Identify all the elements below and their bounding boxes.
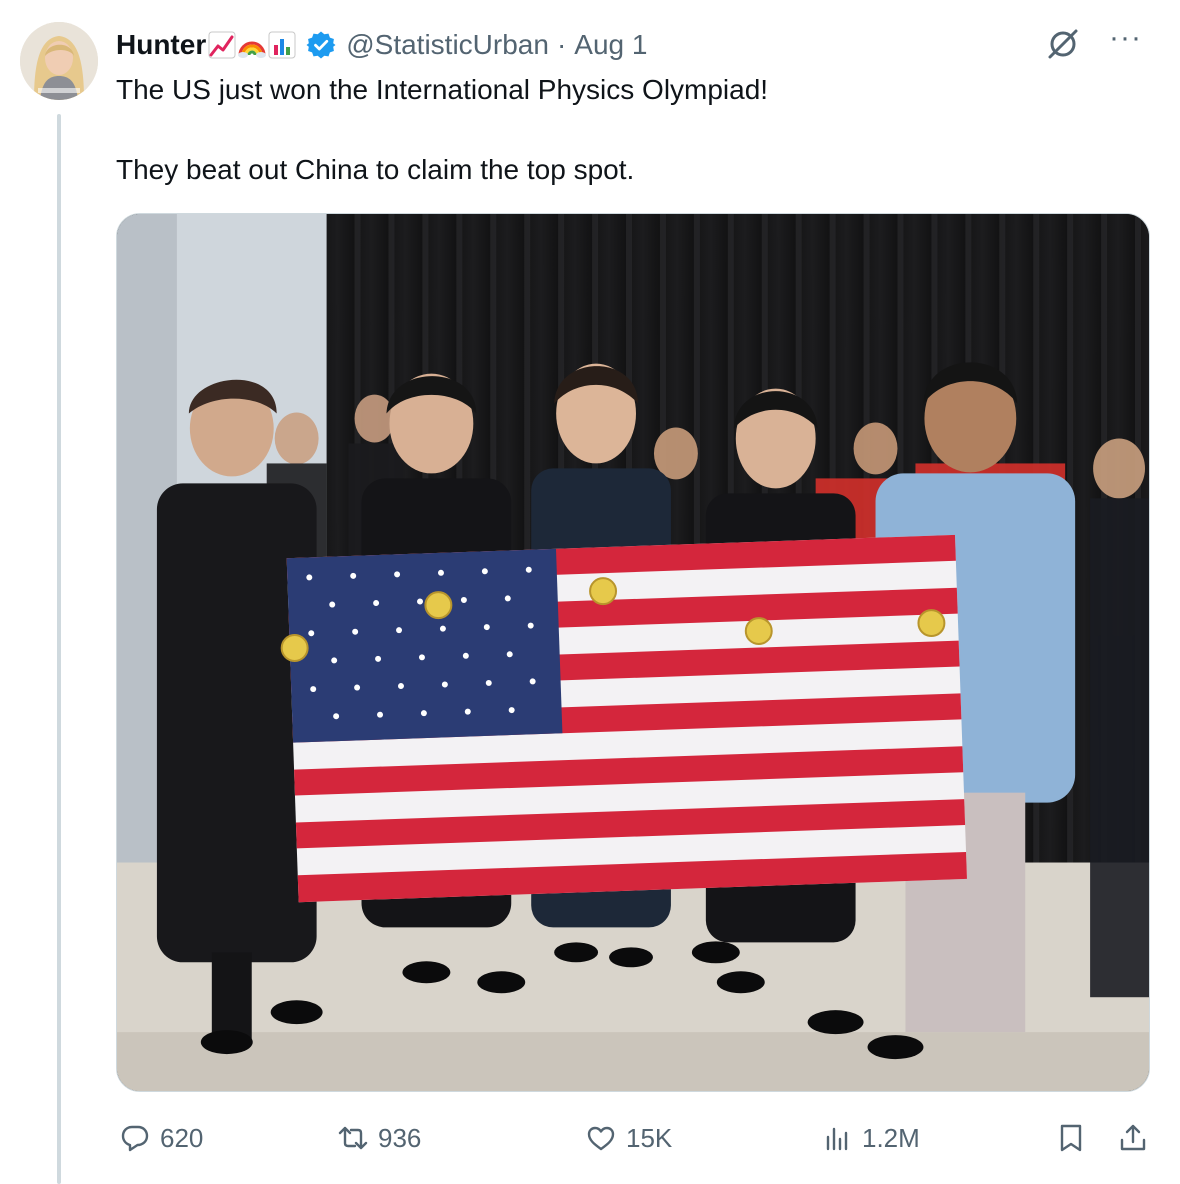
bookmark-icon <box>1056 1123 1086 1153</box>
author-avatar[interactable] <box>20 22 98 100</box>
share-icon <box>1118 1123 1148 1153</box>
photo-team-with-flag <box>117 214 1149 1091</box>
tweet-photo[interactable] <box>116 213 1150 1092</box>
verified-badge-icon[interactable] <box>306 30 336 60</box>
reply-button[interactable]: 620 <box>120 1116 203 1160</box>
author-display-name[interactable]: Hunter <box>116 29 206 61</box>
tweet-top-actions: ··· <box>1045 23 1142 62</box>
tweet-text: The US just won the International Physic… <box>116 70 1136 190</box>
share-button[interactable] <box>1118 1116 1148 1160</box>
tweet-text-line-2: They beat out China to claim the top spo… <box>116 154 635 185</box>
reply-count: 620 <box>160 1122 204 1153</box>
retweet-icon <box>338 1123 368 1153</box>
tweet-header: Hunter @StatisticUrban · Aug 1 <box>116 26 647 64</box>
separator-dot: · <box>556 29 567 60</box>
author-handle[interactable]: @StatisticUrban <box>346 29 549 61</box>
chart-increasing-icon <box>208 31 236 59</box>
views-count: 1.2M <box>862 1122 920 1153</box>
tweet-date[interactable]: Aug 1 <box>574 29 647 61</box>
views-icon <box>822 1123 852 1153</box>
like-count: 15K <box>626 1122 673 1153</box>
more-options-icon[interactable]: ··· <box>1109 23 1142 53</box>
heart-icon <box>586 1123 616 1153</box>
retweet-count: 936 <box>378 1122 422 1153</box>
views-button[interactable]: 1.2M <box>822 1116 920 1160</box>
tweet-actions: 620 936 15K 1.2M <box>116 1116 1150 1160</box>
rainbow-icon <box>238 31 267 59</box>
retweet-button[interactable]: 936 <box>338 1116 421 1160</box>
like-button[interactable]: 15K <box>586 1116 672 1160</box>
bookmark-button[interactable] <box>1056 1116 1086 1160</box>
tweet-text-line-1: The US just won the International Physic… <box>116 74 769 105</box>
reply-icon <box>120 1123 150 1153</box>
thread-line <box>57 114 61 1184</box>
bar-chart-icon <box>268 31 296 59</box>
grok-icon[interactable] <box>1045 26 1081 62</box>
avatar-image <box>20 22 98 100</box>
